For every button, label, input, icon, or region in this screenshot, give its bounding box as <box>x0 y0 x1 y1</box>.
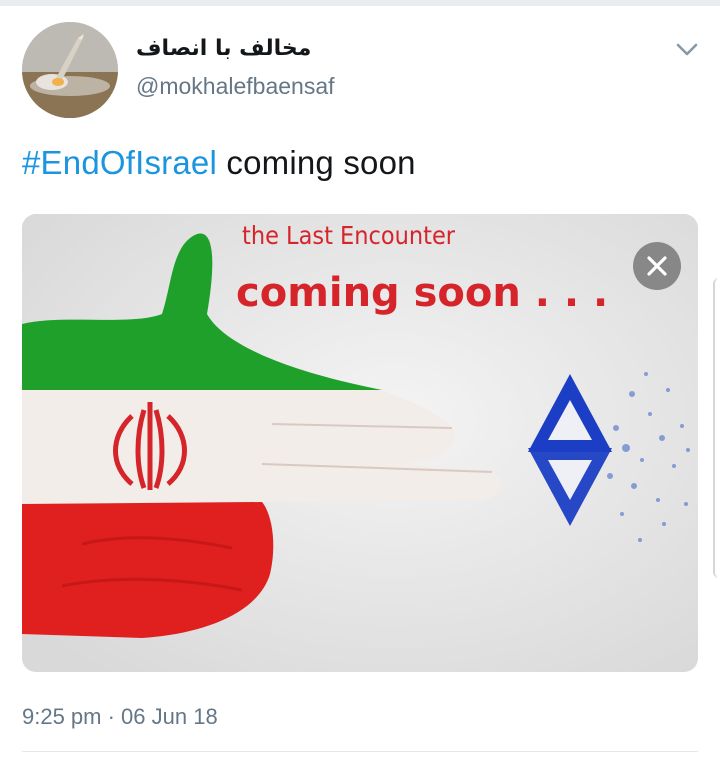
image-caption-line1: the Last Encounter <box>242 221 456 250</box>
avatar[interactable] <box>22 22 118 118</box>
tweet-text: #EndOfIsrael coming soon <box>22 144 416 182</box>
display-name[interactable]: مخالف با انصاف <box>136 36 311 61</box>
user-handle[interactable]: @mokhalefbaensaf <box>136 73 335 100</box>
tweet-timestamp[interactable]: 9:25 pm · 06 Jun 18 <box>22 704 218 730</box>
chevron-down-icon[interactable] <box>672 36 702 62</box>
top-divider <box>0 0 720 6</box>
hashtag-link[interactable]: #EndOfIsrael <box>22 144 217 181</box>
tweet-text-body: coming soon <box>217 144 416 181</box>
image-caption-line2: coming soon . . . <box>236 270 608 316</box>
close-icon[interactable] <box>633 242 681 290</box>
scrollbar-edge <box>713 278 720 578</box>
bottom-divider <box>22 751 698 752</box>
tweet-media-image[interactable]: the Last Encounter coming soon . . . <box>22 214 698 672</box>
